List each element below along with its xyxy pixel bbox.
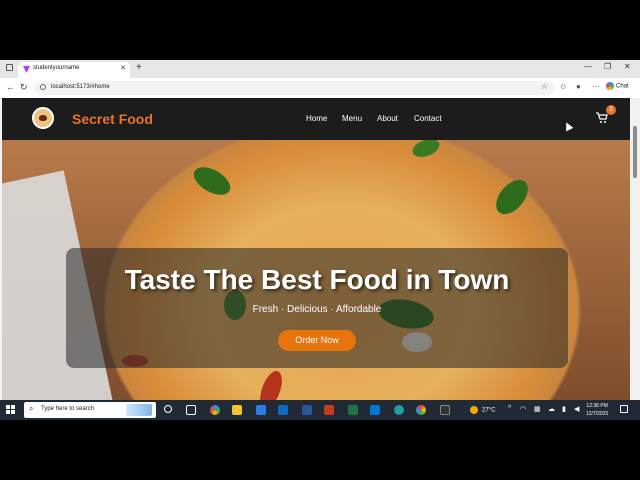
browser-window: studentyourname ✕ + — ❐ ✕ ← ↻ localhost:…	[0, 60, 640, 420]
new-tab-icon[interactable]: +	[136, 62, 142, 73]
hero-overlay: Taste The Best Food in Town Fresh · Deli…	[66, 248, 568, 368]
site-info-icon[interactable]	[40, 84, 46, 90]
microphone-icon[interactable]: ▮	[562, 405, 566, 413]
edge-icon[interactable]	[394, 405, 404, 415]
page-scrollbar[interactable]	[631, 98, 640, 420]
chef-logo-icon[interactable]	[32, 107, 54, 129]
word-icon[interactable]	[302, 405, 312, 415]
search-placeholder: Type here to search	[41, 406, 95, 412]
nav-link-home[interactable]: Home	[306, 114, 327, 123]
tray-app-icon[interactable]: ▦	[534, 405, 541, 413]
profile-icon[interactable]: ●	[576, 82, 581, 91]
hero-title: Taste The Best Food in Town	[124, 264, 510, 295]
basil-leaf-image	[189, 161, 235, 201]
back-icon[interactable]: ←	[6, 82, 15, 92]
more-icon[interactable]: ···	[592, 82, 600, 91]
temperature: 27°C	[482, 407, 496, 414]
weather-widget[interactable]: 27°C	[470, 406, 495, 414]
clock-time: 12:38 PM	[586, 403, 608, 409]
browser-tab[interactable]: studentyourname ✕	[18, 62, 130, 78]
cart-count-badge: 2	[606, 105, 616, 115]
copilot-chat-button[interactable]: Chat	[606, 82, 629, 90]
task-view-icon[interactable]	[186, 405, 196, 415]
address-bar-row: ← ↻ localhost:5173/#home ☆ ✩ ● ··· Chat	[0, 78, 640, 99]
outlook-icon[interactable]	[278, 405, 288, 415]
tray-chevron-icon[interactable]: ^	[508, 405, 511, 412]
copilot-taskbar-icon[interactable]	[210, 405, 220, 415]
windows-taskbar: ⌕ Type here to search 27°C ^ ◠ ▦ ☁ ▮ ◀ 1…	[0, 400, 640, 420]
terminal-icon[interactable]	[440, 405, 450, 415]
tab-bar: studentyourname ✕ + — ❐ ✕	[0, 60, 640, 78]
vscode-icon[interactable]	[370, 405, 380, 415]
vite-favicon-icon	[23, 66, 30, 73]
close-tab-icon[interactable]: ✕	[120, 64, 126, 72]
brand-name[interactable]: Secret Food	[72, 111, 153, 127]
notifications-icon[interactable]	[620, 405, 628, 413]
onedrive-icon[interactable]: ☁	[548, 405, 555, 413]
web-page: Secret Food Home Menu About Contact 2 Ta…	[2, 98, 630, 420]
favorites-icon[interactable]: ✩	[560, 82, 567, 91]
url-field[interactable]: localhost:5173/#home ☆	[34, 81, 554, 95]
nav-link-menu[interactable]: Menu	[342, 114, 362, 123]
excel-icon[interactable]	[348, 405, 358, 415]
system-clock[interactable]: 12:38 PM 12/7/2025	[586, 402, 608, 418]
chrome-icon[interactable]	[416, 405, 426, 415]
taskbar-search-box[interactable]: ⌕ Type here to search	[24, 402, 156, 418]
tab-title: studentyourname	[33, 65, 80, 71]
clock-date: 12/7/2025	[586, 411, 609, 417]
copilot-icon	[606, 82, 614, 90]
nav-link-contact[interactable]: Contact	[414, 114, 442, 123]
tab-actions-icon[interactable]	[6, 64, 13, 71]
close-window-icon[interactable]: ✕	[624, 62, 631, 71]
nav-link-about[interactable]: About	[377, 114, 398, 123]
sun-icon	[470, 406, 478, 414]
refresh-icon[interactable]: ↻	[20, 82, 28, 93]
restore-icon[interactable]: ❐	[604, 62, 611, 71]
scrollbar-thumb[interactable]	[633, 126, 637, 178]
volume-icon[interactable]: ◀	[574, 405, 579, 413]
basil-leaf-image	[489, 173, 535, 221]
hero-subtitle: Fresh · Delicious · Affordable	[252, 304, 382, 315]
store-icon[interactable]	[256, 405, 266, 415]
windows-start-icon[interactable]	[6, 405, 15, 414]
favorite-star-icon[interactable]: ☆	[541, 82, 548, 91]
search-icon: ⌕	[29, 404, 34, 413]
site-navbar: Secret Food Home Menu About Contact 2	[2, 98, 630, 140]
chat-label: Chat	[616, 83, 629, 90]
mouse-cursor-icon	[562, 120, 574, 132]
url-text: localhost:5173/#home	[51, 84, 110, 90]
powerpoint-icon[interactable]	[324, 405, 334, 415]
minimize-icon[interactable]: —	[584, 62, 592, 71]
cortana-icon[interactable]	[164, 405, 172, 413]
network-icon[interactable]: ◠	[520, 405, 526, 413]
order-now-button[interactable]: Order Now	[278, 330, 356, 351]
search-highlight-image	[126, 404, 152, 416]
file-explorer-icon[interactable]	[232, 405, 242, 415]
cart-icon[interactable]	[596, 112, 608, 124]
